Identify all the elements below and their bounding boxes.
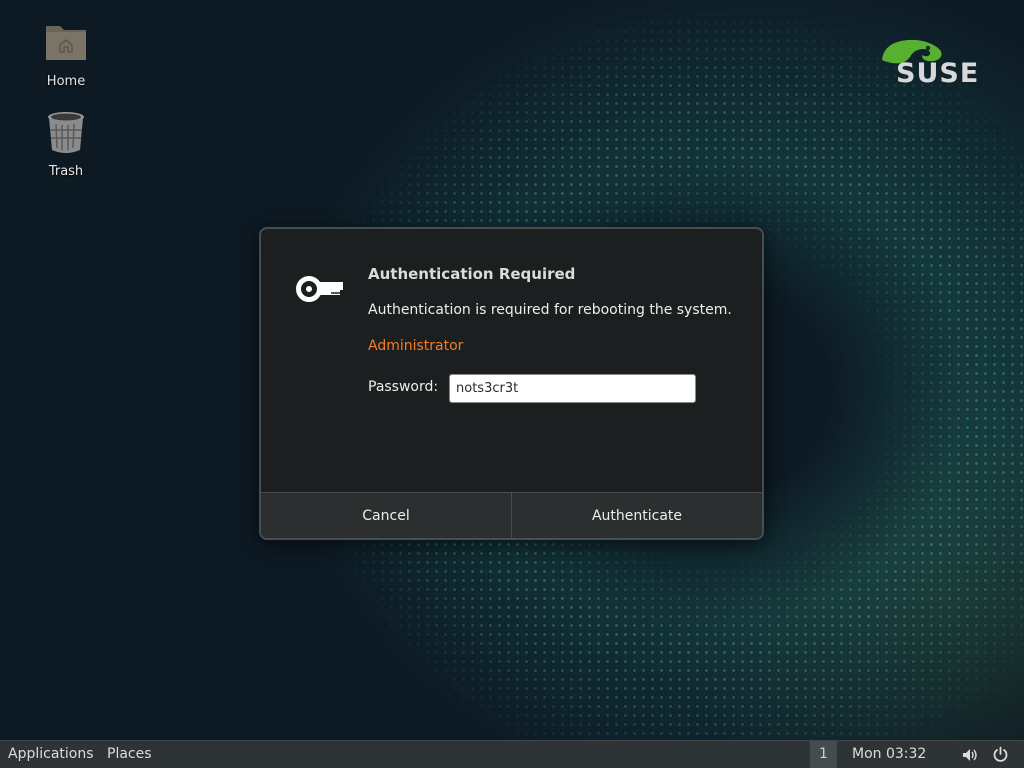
workspace-switcher[interactable]: 1 bbox=[810, 741, 837, 768]
clock[interactable]: Mon 03:32 bbox=[852, 746, 926, 762]
desktop-icon-label: Trash bbox=[48, 164, 84, 179]
places-menu[interactable]: Places bbox=[107, 746, 152, 762]
dialog-button-bar: Cancel Authenticate bbox=[261, 492, 762, 538]
password-label: Password: bbox=[368, 379, 439, 395]
applications-menu[interactable]: Applications bbox=[8, 746, 94, 762]
power-icon[interactable] bbox=[992, 746, 1009, 763]
cancel-button[interactable]: Cancel bbox=[261, 493, 512, 538]
volume-icon[interactable] bbox=[962, 747, 978, 763]
authenticate-button[interactable]: Authenticate bbox=[512, 493, 762, 538]
desktop-icon-label: Home bbox=[46, 74, 86, 89]
logo-wordmark: SUSE bbox=[896, 58, 980, 89]
suse-logo: SUSE bbox=[876, 34, 988, 90]
folder-home-icon bbox=[46, 26, 86, 60]
password-input[interactable]: nots3cr3t bbox=[449, 374, 696, 403]
trash-icon bbox=[48, 112, 84, 153]
key-icon bbox=[296, 276, 343, 302]
desktop-icon-home[interactable]: Home bbox=[26, 18, 106, 89]
authentication-dialog: Authentication Required Authentication i… bbox=[259, 227, 764, 540]
desktop-icon-trash[interactable]: Trash bbox=[26, 108, 106, 179]
dialog-message: Authentication is required for rebooting… bbox=[368, 302, 732, 318]
user-name: Administrator bbox=[368, 338, 464, 354]
dialog-title: Authentication Required bbox=[368, 265, 576, 283]
bottom-panel: Applications Places 1 Mon 03:32 bbox=[0, 740, 1024, 768]
